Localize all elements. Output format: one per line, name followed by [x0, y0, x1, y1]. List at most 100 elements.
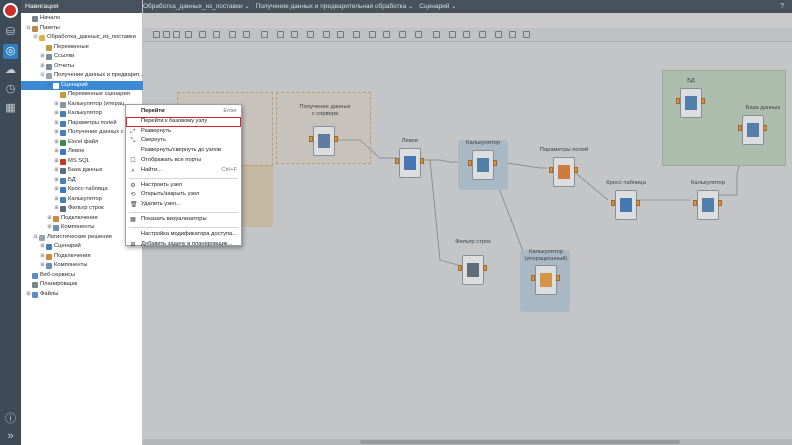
input-port[interactable]: [395, 158, 399, 164]
context-menu-item[interactable]: ⤢ Развернуть: [126, 127, 241, 137]
expand-icon[interactable]: ⊞: [54, 147, 59, 157]
var-icon: [60, 92, 66, 98]
input-port[interactable]: [309, 136, 313, 142]
flow-node[interactable]: [462, 255, 484, 285]
expand-icon[interactable]: ⊞: [26, 290, 31, 300]
tree-item[interactable]: ⊟ Получение данных и предварит...: [21, 71, 143, 81]
expand-icon[interactable]: ⊞: [40, 252, 45, 262]
input-port[interactable]: [531, 275, 535, 281]
input-port[interactable]: [676, 98, 680, 104]
tree-item-label: Подключения: [61, 214, 98, 221]
expand-icon[interactable]: ⊞: [40, 242, 45, 252]
expand-icon[interactable]: ⊞: [54, 138, 59, 148]
comp-icon: [46, 263, 52, 269]
context-menu-item[interactable]: Развернуть/свернуть до узлов: [126, 146, 241, 156]
tree-item-label: Фильтр строк: [68, 205, 104, 211]
context-menu-item[interactable]: Перейти Enter: [126, 107, 241, 117]
collapse-icon[interactable]: ⊟: [47, 81, 52, 91]
expand-icon[interactable]: ⊞: [54, 128, 59, 138]
collapse-icon[interactable]: ⊟: [33, 233, 38, 243]
flow-node[interactable]: [535, 265, 557, 295]
tree-item[interactable]: ⊞ Компоненты: [21, 261, 143, 271]
collapse-icon[interactable]: ⊟: [40, 71, 45, 81]
context-menu-item[interactable]: ⤡ Свернуть: [126, 136, 241, 146]
tree-item-label: Планировщик: [40, 281, 78, 287]
expand-icon[interactable]: ⊞: [54, 166, 59, 176]
flow-node[interactable]: [697, 190, 719, 220]
tree-item-label: Переменные: [54, 43, 89, 50]
collapse-icon[interactable]: ⊟: [33, 33, 38, 43]
output-port[interactable]: [556, 275, 560, 281]
tree-item[interactable]: Планировщик: [21, 280, 143, 290]
input-port[interactable]: [693, 200, 697, 206]
expand-icon[interactable]: ⊞: [40, 261, 45, 271]
node-label: База данных: [745, 105, 781, 111]
collapse-icon[interactable]: ⊟: [26, 24, 31, 34]
context-menu-item[interactable]: Настройка модификатора доступа...: [126, 230, 241, 240]
tree-item[interactable]: Переменные: [21, 43, 143, 53]
context-menu-item[interactable]: ▦ Показать визуализаторы: [126, 215, 241, 225]
output-port[interactable]: [334, 136, 338, 142]
flow-node[interactable]: [742, 115, 764, 145]
expand-icon[interactable]: ⊞: [54, 119, 59, 129]
context-menu-item[interactable]: Перейти к базовому узлу: [126, 116, 241, 127]
output-port[interactable]: [493, 160, 497, 166]
output-port[interactable]: [574, 167, 578, 173]
input-port[interactable]: [738, 125, 742, 131]
node-label: Калькулятор: [466, 140, 500, 146]
output-port[interactable]: [483, 265, 487, 271]
expand-icon[interactable]: ⊞: [54, 176, 59, 186]
tree-item-label: Подключения: [54, 252, 91, 259]
tree-item[interactable]: Переменные сценария: [21, 90, 143, 100]
tree-item[interactable]: ⊟ Пакеты: [21, 24, 143, 34]
expand-icon[interactable]: ⊞: [54, 109, 59, 119]
context-menu-item[interactable]: ☐ Отображать все порты: [126, 156, 241, 166]
context-menu-item[interactable]: ⊞ Добавить задачу в планировщик...: [126, 240, 241, 250]
db-icon: [318, 134, 330, 148]
context-menu-item[interactable]: 🗑 Удалить узел...: [126, 200, 241, 210]
tree-item[interactable]: Начало: [21, 14, 143, 24]
flow-node[interactable]: [313, 126, 335, 156]
db-icon: [747, 123, 759, 137]
tree-item[interactable]: ⊟ Сценарий: [21, 80, 143, 91]
tree-item-label: Начало: [40, 15, 61, 21]
flow-node[interactable]: [615, 190, 637, 220]
input-port[interactable]: [611, 200, 615, 206]
expand-icon[interactable]: ⊞: [47, 223, 52, 233]
tree-item[interactable]: ⊟ Обработка_данных_из_поставки: [21, 33, 143, 43]
input-port[interactable]: [549, 167, 553, 173]
output-port[interactable]: [701, 98, 705, 104]
output-port[interactable]: [420, 158, 424, 164]
tree-item[interactable]: ⊞ Отчеты: [21, 62, 143, 72]
flow-node[interactable]: [553, 157, 575, 187]
grid-icon: [558, 165, 570, 179]
flow-node[interactable]: [680, 88, 702, 118]
scroll-thumb[interactable]: [360, 440, 680, 444]
tree-item[interactable]: ⊞ Подключения: [21, 252, 143, 262]
expand-icon[interactable]: ⊞: [40, 62, 45, 72]
context-menu-item[interactable]: ⟲ Открыть/закрыть узел: [126, 190, 241, 200]
expand-icon[interactable]: ⊞: [47, 214, 52, 224]
expand-icon[interactable]: ⊞: [54, 100, 59, 110]
expand-icon[interactable]: ⊞: [40, 52, 45, 62]
output-port[interactable]: [718, 200, 722, 206]
input-port[interactable]: [468, 160, 472, 166]
tree-item[interactable]: ⊞ Ссылки: [21, 52, 143, 62]
output-port[interactable]: [763, 125, 767, 131]
menu-item-icon: ⤢: [130, 128, 136, 135]
flow-node[interactable]: [472, 150, 494, 180]
flow-node[interactable]: [399, 148, 421, 178]
tree-item[interactable]: ⊞ Файлы: [21, 290, 143, 300]
expand-icon[interactable]: ⊞: [54, 185, 59, 195]
tree-item[interactable]: Веб-сервисы: [21, 271, 143, 281]
menu-item-icon: [130, 148, 136, 154]
expand-icon[interactable]: ⊞: [54, 195, 59, 205]
context-menu-item[interactable]: ⚙ Настроить узел: [126, 181, 241, 191]
input-port[interactable]: [458, 265, 462, 271]
output-port[interactable]: [636, 200, 640, 206]
menu-item-icon: 🗑: [130, 202, 138, 209]
expand-icon[interactable]: ⊞: [54, 204, 59, 214]
cross-icon: [620, 198, 632, 212]
expand-icon[interactable]: ⊞: [54, 157, 59, 167]
context-menu-item[interactable]: ⌕ Найти... Ctrl+F: [126, 166, 241, 176]
